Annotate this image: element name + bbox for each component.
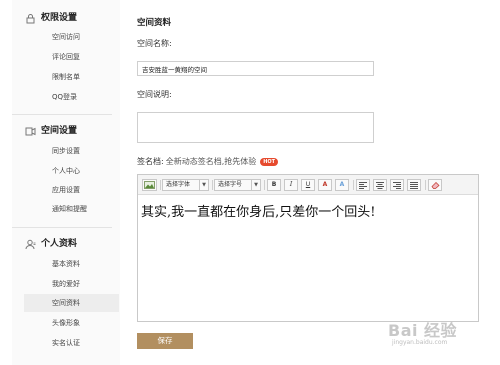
italic-button[interactable]: I (284, 179, 298, 191)
hot-badge: HOT (260, 157, 279, 166)
font-size-select-label: 选择字号 (218, 181, 243, 188)
space-icon (25, 126, 36, 137)
sidebar-item-app-settings[interactable]: 应用设置 (24, 181, 119, 199)
sidebar-item-qq-login[interactable]: QQ登录 (24, 88, 119, 106)
sidebar-item-basic-info[interactable]: 基本资料 (24, 255, 119, 273)
signature-label-row: 签名档: 全新动态签名档,抢先体验 HOT (137, 156, 279, 167)
image-icon (144, 181, 155, 191)
signature-content[interactable]: 其实,我一直都在你身后,只差你一个回头! (141, 201, 376, 220)
font-family-select-label: 选择字体 (166, 181, 191, 188)
sidebar-item-personal-center[interactable]: 个人中心 (24, 162, 119, 180)
toolbar-divider (425, 180, 426, 190)
chevron-down-icon: ▼ (251, 180, 260, 190)
sidebar-item-space-access[interactable]: 空间访问 (24, 28, 119, 46)
sidebar-item-notifications[interactable]: 通知和提醒 (24, 200, 119, 218)
clear-format-button[interactable] (428, 179, 442, 191)
section-title: 权限设置 (41, 13, 78, 23)
space-desc-textarea[interactable] (137, 112, 374, 143)
chevron-down-icon: ▼ (199, 180, 208, 190)
signature-promo-link[interactable]: 全新动态签名档,抢先体验 (166, 156, 257, 167)
insert-image-button[interactable] (142, 179, 157, 191)
section-header-profile: 个人资料 (25, 237, 77, 251)
bold-button[interactable]: B (267, 179, 281, 191)
font-color-button[interactable]: A (318, 179, 332, 191)
sidebar-item-restriction-list[interactable]: 限制名单 (24, 68, 119, 86)
sidebar-item-real-name[interactable]: 实名认证 (24, 334, 119, 352)
page-title: 空间资料 (137, 18, 172, 28)
section-header-space-settings: 空间设置 (25, 124, 77, 138)
sidebar-item-sync-settings[interactable]: 同步设置 (24, 142, 119, 160)
align-justify-icon (410, 181, 418, 191)
toolbar-divider (160, 180, 161, 190)
align-left-button[interactable] (356, 179, 370, 191)
lock-icon (25, 13, 36, 24)
align-center-button[interactable] (373, 179, 387, 191)
sidebar-item-my-hobbies[interactable]: 我的爱好 (24, 275, 119, 293)
align-left-icon (359, 181, 367, 191)
user-icon (25, 239, 36, 250)
align-justify-button[interactable] (407, 179, 421, 191)
sidebar-divider (12, 227, 112, 228)
baidu-jingyan-watermark: Bai 经验 jingyan.baidu.com (388, 317, 457, 346)
section-header-permissions: 权限设置 (25, 11, 77, 25)
watermark-sub: jingyan.baidu.com (392, 339, 448, 346)
align-right-button[interactable] (390, 179, 404, 191)
section-title: 个人资料 (41, 239, 78, 249)
toolbar-divider (353, 180, 354, 190)
watermark-main: Bai 经验 (388, 321, 458, 340)
save-button[interactable]: 保存 (137, 333, 193, 349)
font-family-select[interactable]: 选择字体 ▼ (162, 179, 209, 191)
sidebar-divider (12, 114, 112, 115)
font-shadow-button[interactable]: A (335, 179, 349, 191)
sidebar-item-space-profile[interactable]: 空间资料 (24, 294, 119, 312)
toolbar-divider (212, 180, 213, 190)
underline-button[interactable]: U (301, 179, 315, 191)
sidebar-item-comment-reply[interactable]: 评论回复 (24, 48, 119, 66)
sidebar-item-avatar[interactable]: 头像形象 (24, 314, 119, 332)
space-name-label: 空间名称: (137, 39, 172, 48)
font-size-select[interactable]: 选择字号 ▼ (214, 179, 261, 191)
signature-label: 签名档: (137, 157, 164, 166)
align-center-icon (376, 181, 384, 191)
section-title: 空间设置 (41, 126, 78, 136)
space-desc-label: 空间说明: (137, 90, 172, 99)
align-right-icon (393, 181, 401, 191)
toolbar-divider (264, 180, 265, 190)
space-name-input[interactable] (137, 61, 374, 76)
eraser-icon (431, 182, 440, 191)
editor-toolbar: 选择字体 ▼ 选择字号 ▼ B I U A A (138, 175, 478, 195)
signature-editor: 选择字体 ▼ 选择字号 ▼ B I U A A 其实,我一直都在你身后,只差你一… (137, 174, 479, 322)
